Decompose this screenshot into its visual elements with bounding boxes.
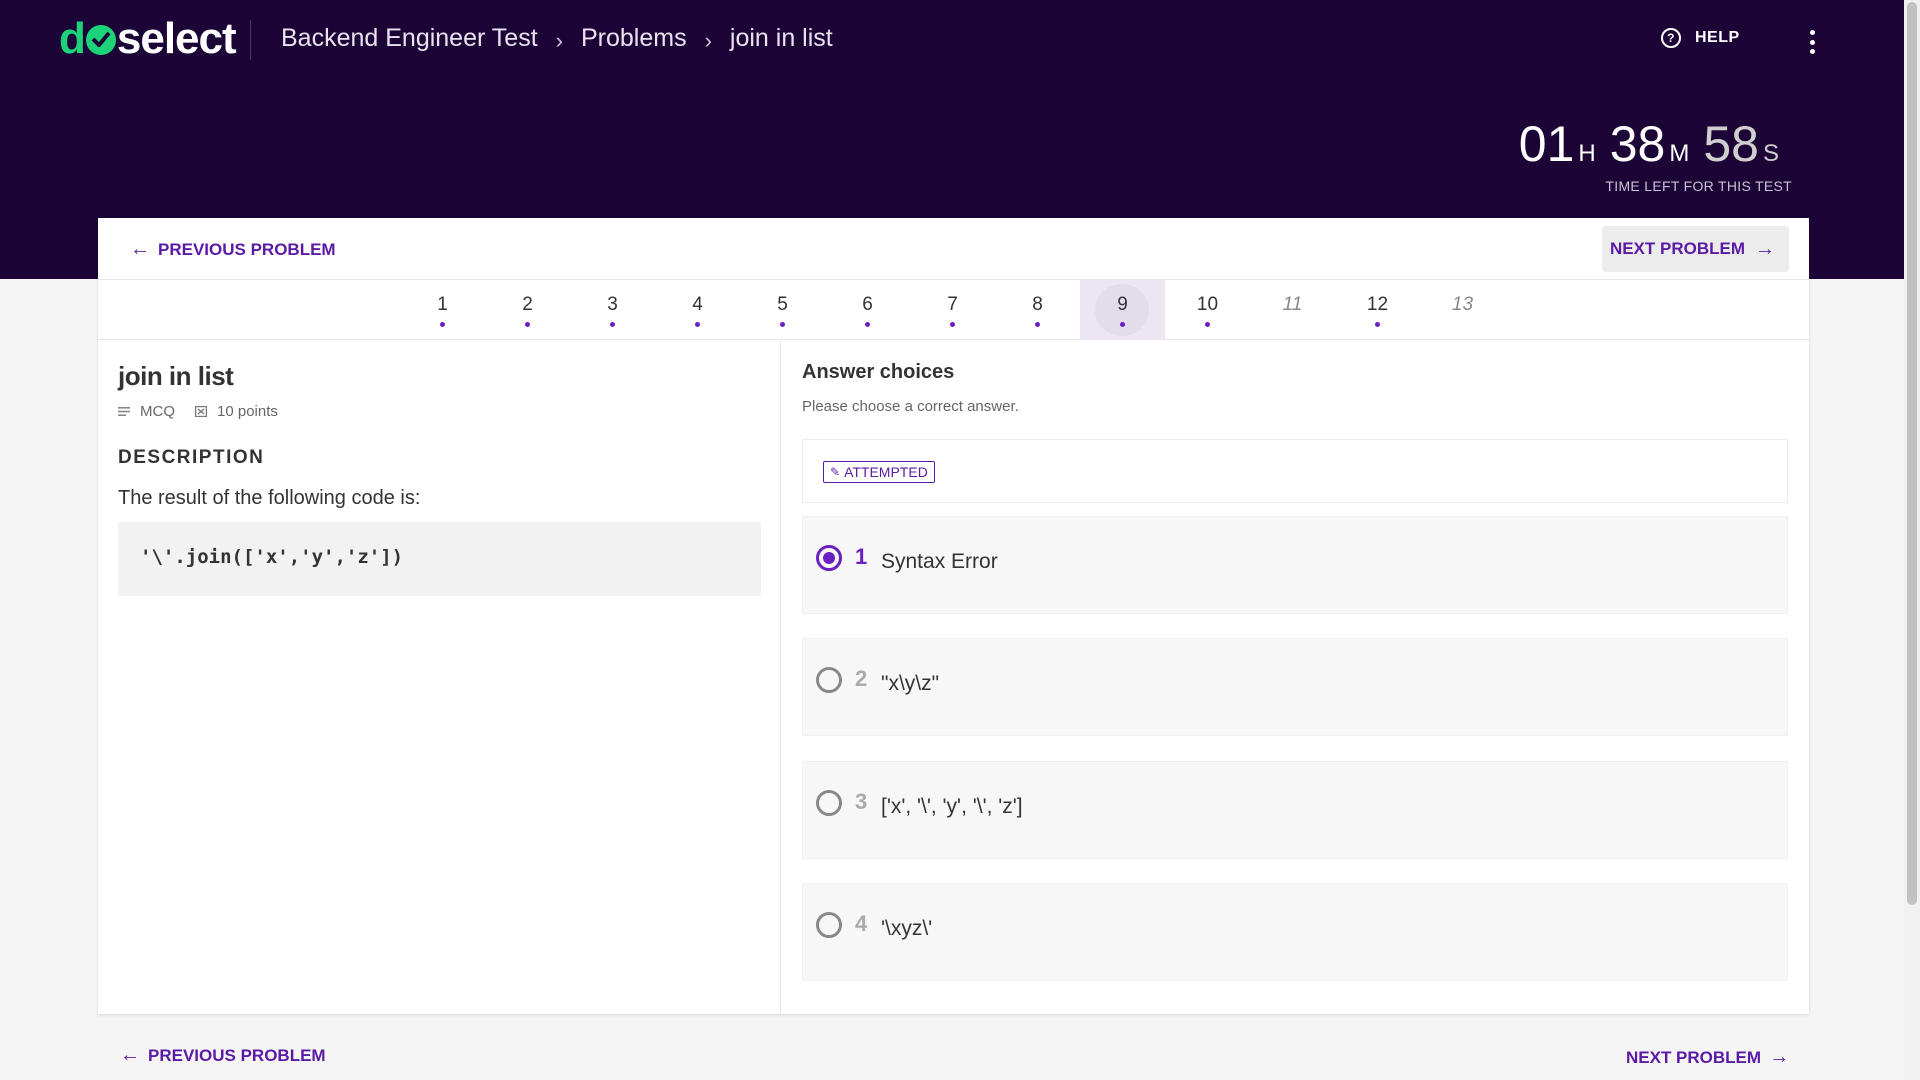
radio-unselected-icon[interactable] [816,912,842,938]
kebab-menu-icon[interactable] [1808,30,1816,54]
timer-hours-unit: H [1578,140,1596,167]
description-text: The result of the following code is: [118,487,421,509]
problem-card: ← PREVIOUS PROBLEM NEXT PROBLEM → 1 2 3 … [98,218,1809,1014]
choice-text: '\xyz\' [881,917,933,940]
question-tab-1[interactable]: 1 [400,280,485,340]
breadcrumb-problems[interactable]: Problems [581,24,687,53]
previous-problem-button[interactable]: ← PREVIOUS PROBLEM [130,238,336,261]
question-tab-12[interactable]: 12 [1335,280,1420,340]
choice-text: Syntax Error [881,550,998,573]
answer-choice-2[interactable]: 2 "x\y\z" [802,638,1788,736]
problem-type: MCQ [140,403,175,420]
attempted-dot-icon [1205,321,1210,327]
question-tab-8[interactable]: 8 [995,280,1080,340]
question-tab-9[interactable]: 9 [1080,280,1165,340]
arrow-left-icon: ← [120,1044,140,1066]
next-problem-label: NEXT PROBLEM [1609,239,1745,258]
question-tab-3[interactable]: 3 [570,280,655,340]
timer-seconds-unit: S [1762,140,1779,167]
question-tab-4[interactable]: 4 [655,280,740,340]
radio-unselected-icon[interactable] [816,667,842,693]
choice-text: ['x', '\', 'y', '\', 'z'] [881,795,1023,818]
bottom-next-problem-label: NEXT PROBLEM [1626,1047,1762,1067]
answer-choice-3[interactable]: 3 ['x', '\', 'y', '\', 'z'] [802,761,1788,859]
timer-label: TIME LEFT FOR THIS TEST [1605,178,1792,194]
attempted-dot-icon [695,321,700,327]
question-number-nav: 1 2 3 4 5 6 7 8 9 10 11 12 13 [98,280,1809,340]
answer-choices-subheading: Please choose a correct answer. [802,398,1019,415]
arrow-left-icon: ← [130,238,150,260]
question-tab-5[interactable]: 5 [740,280,825,340]
check-icon [85,25,116,55]
list-icon [118,407,130,416]
help-label: HELP [1695,29,1740,46]
question-tab-7[interactable]: 7 [910,280,995,340]
doselect-logo[interactable]: d select [59,14,237,64]
attempted-dot-icon [1375,321,1380,327]
description-heading: DESCRIPTION [118,447,265,468]
attempted-dot-icon [1120,321,1125,327]
choice-index: 2 [855,666,868,691]
question-tab-6[interactable]: 6 [825,280,910,340]
radio-selected-icon[interactable] [816,545,842,571]
breadcrumb: Backend Engineer Test › Problems › join … [281,24,833,53]
question-tab-13[interactable]: 13 [1420,280,1505,340]
arrow-right-icon: → [1769,1046,1790,1068]
help-button[interactable]: ? HELP [1661,28,1740,48]
attempted-dot-icon [1035,321,1040,327]
choice-index: 3 [855,789,868,814]
attempted-badge-label: ATTEMPTED [844,464,928,480]
attempted-dot-icon [780,321,785,327]
countdown-timer: 01 H 38 M 58 S [1519,115,1793,173]
attempted-badge: ✎ ATTEMPTED [823,461,935,483]
choice-index: 4 [855,911,868,936]
breadcrumb-separator-icon: › [555,27,563,53]
answer-choice-4[interactable]: 4 '\xyz\' [802,883,1788,981]
timer-hours: 01 [1518,116,1575,172]
timer-minutes-unit: M [1669,140,1690,167]
attempted-dot-icon [865,321,870,327]
bottom-next-problem-button[interactable]: NEXT PROBLEM → [1626,1046,1789,1069]
question-tab-10[interactable]: 10 [1165,280,1250,340]
breadcrumb-current: join in list [729,24,833,52]
question-circle-icon: ? [1661,28,1681,48]
answer-pane: Answer choices Please choose a correct a… [782,341,1809,1014]
radio-unselected-icon[interactable] [816,790,842,816]
problem-title: join in list [118,361,234,391]
question-tab-2[interactable]: 2 [485,280,570,340]
header-divider [250,20,251,60]
problem-nav-bar: ← PREVIOUS PROBLEM NEXT PROBLEM → [98,218,1809,280]
answer-choice-1[interactable]: 1 Syntax Error [802,516,1788,614]
answer-status-box: ✎ ATTEMPTED [802,439,1788,503]
attempted-dot-icon [610,321,615,327]
choice-index: 1 [855,544,868,569]
breadcrumb-separator-icon: › [704,27,712,53]
choice-text: "x\y\z" [881,672,940,695]
scrollbar-thumb[interactable] [1907,2,1917,905]
problem-meta: MCQ 10 points [118,403,278,420]
problem-points: 10 points [217,403,278,420]
answer-choices-heading: Answer choices [802,361,955,383]
pencil-icon: ✎ [830,465,841,479]
problem-statement-pane: join in list MCQ 10 points DESCRIPTION T… [98,341,781,1014]
attempted-dot-icon [440,321,445,327]
bottom-previous-problem-button[interactable]: ← PREVIOUS PROBLEM [120,1044,326,1067]
next-problem-button[interactable]: NEXT PROBLEM → [1601,226,1789,272]
breadcrumb-test[interactable]: Backend Engineer Test [281,24,538,53]
code-snippet: '\'.join(['x','y','z']) [118,522,761,596]
arrow-right-icon: → [1755,237,1775,260]
timer-seconds: 58 [1703,116,1759,172]
question-tab-11[interactable]: 11 [1250,280,1335,340]
attempted-dot-icon [950,321,955,327]
timer-minutes: 38 [1609,116,1666,172]
previous-problem-label: PREVIOUS PROBLEM [158,239,336,259]
bottom-previous-problem-label: PREVIOUS PROBLEM [148,1045,326,1065]
score-icon [195,406,207,417]
attempted-dot-icon [525,321,530,327]
